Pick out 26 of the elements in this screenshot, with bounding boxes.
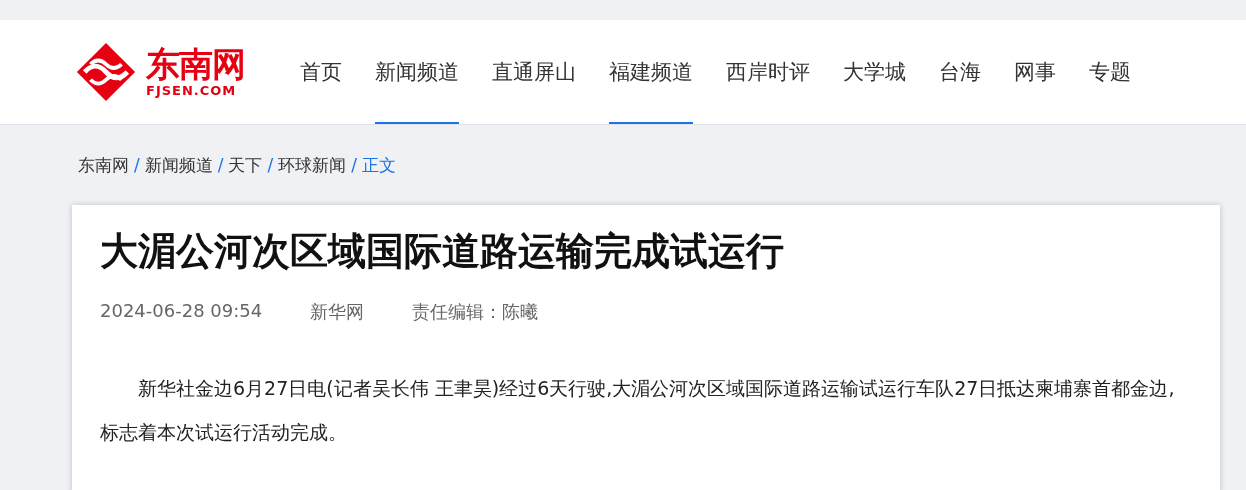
nav-link[interactable]: 西岸时评 bbox=[726, 20, 810, 124]
publish-date: 2024-06-28 09:54 bbox=[100, 300, 263, 324]
nav-link[interactable]: 新闻频道 bbox=[375, 20, 459, 124]
breadcrumb-link[interactable]: 天下 bbox=[228, 153, 263, 177]
nav-link[interactable]: 网事 bbox=[1014, 20, 1056, 124]
nav-link[interactable]: 福建频道 bbox=[609, 20, 693, 124]
logo-domain: FJSEN.COM bbox=[146, 84, 238, 97]
article-title: 大湄公河次区域国际道路运输完成试运行 bbox=[100, 228, 785, 275]
site-logo[interactable]: 东南网 FJSEN.COM bbox=[72, 41, 300, 103]
article-paragraph: 新华社金边6月27日电(记者吴长伟 王聿昊)经过6天行驶,大湄公河次区域国际道路运输试运行车队27日抵达柬埔寨首都金边,标志着本次试运行活动完成。 bbox=[100, 376, 1176, 446]
nav-link[interactable]: 专题 bbox=[1089, 20, 1131, 124]
article-source: 新华网 bbox=[310, 300, 365, 325]
article-editor: 责任编辑：陈曦 bbox=[412, 300, 539, 325]
nav-link[interactable]: 大学城 bbox=[843, 20, 906, 124]
breadcrumb-separator: / bbox=[217, 155, 224, 175]
breadcrumb-separator: / bbox=[267, 155, 274, 175]
breadcrumb-link[interactable]: 新闻频道 bbox=[144, 153, 213, 177]
nav-link[interactable]: 直通屏山 bbox=[492, 20, 576, 124]
breadcrumb-link[interactable]: 东南网 bbox=[78, 153, 129, 177]
breadcrumb-separator: / bbox=[351, 155, 357, 175]
logo-name: 东南网 bbox=[146, 47, 245, 81]
breadcrumb-separator: / bbox=[134, 155, 140, 175]
nav-link[interactable]: 台海 bbox=[939, 20, 981, 124]
breadcrumb-link[interactable]: 正文 bbox=[361, 153, 396, 177]
breadcrumb-link[interactable]: 环球新闻 bbox=[278, 153, 347, 177]
nav-link[interactable]: 首页 bbox=[300, 20, 342, 124]
